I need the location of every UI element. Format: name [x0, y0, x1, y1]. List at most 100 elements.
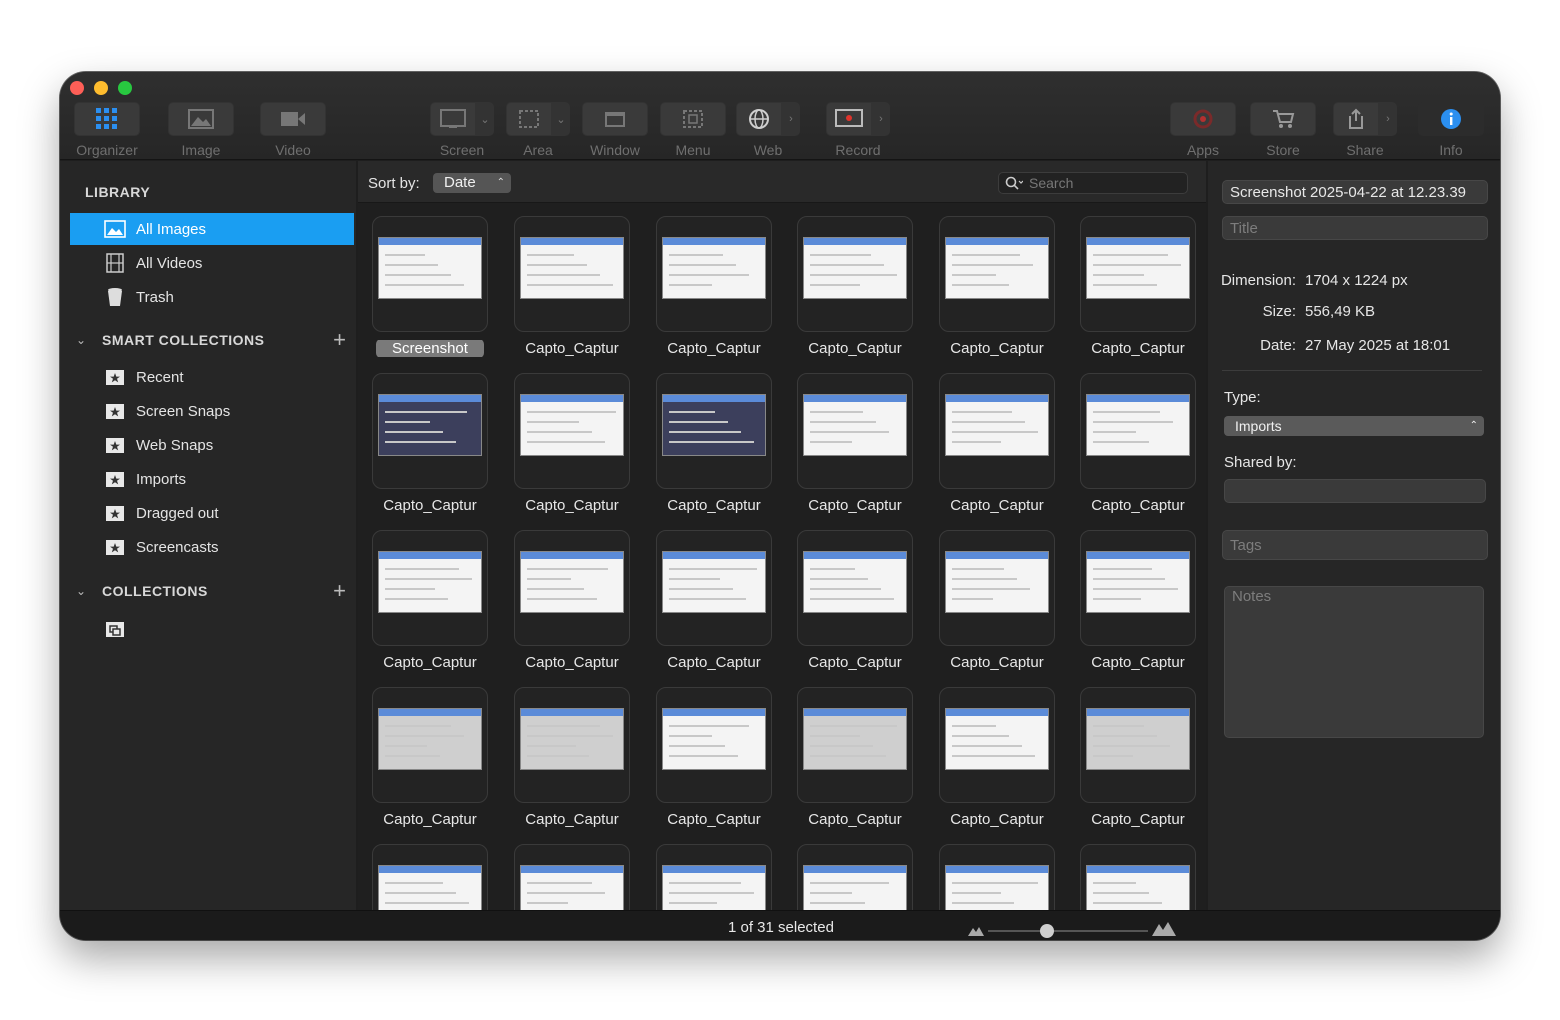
thumbnail-frame[interactable]	[939, 216, 1055, 332]
maximize-window-button[interactable]	[118, 81, 132, 95]
chevron-right-icon[interactable]: ›	[1379, 102, 1397, 136]
toolbar-record[interactable]: › Record	[826, 102, 890, 158]
collections-header[interactable]: ⌄ COLLECTIONS +	[76, 579, 346, 603]
chevron-down-icon[interactable]: ⌄	[552, 102, 570, 136]
chevron-down-icon[interactable]: ⌄	[476, 102, 494, 136]
thumbnail-item[interactable]: Capto_Captur	[654, 530, 774, 680]
thumbnail-item[interactable]: Capto_Captur	[512, 687, 632, 837]
thumbnail-frame[interactable]	[656, 216, 772, 332]
thumbnail-frame[interactable]	[372, 216, 488, 332]
thumbnail-item[interactable]: Capto_Captur	[1078, 687, 1198, 837]
thumbnail-frame[interactable]	[1080, 687, 1196, 803]
toolbar-store[interactable]: Store	[1250, 102, 1316, 158]
thumbnail-item[interactable]: Capto_Captur	[654, 687, 774, 837]
toolbar-share[interactable]: › Share	[1333, 102, 1397, 158]
sidebar-item-trash[interactable]: Trash	[70, 281, 354, 313]
sidebar-item-all-images[interactable]: All Images	[70, 213, 354, 245]
thumbnail-item[interactable]: Capto_Captur	[370, 687, 490, 837]
thumbnail-item[interactable]: Capto_Captur	[1078, 373, 1198, 523]
thumbnail-item[interactable]	[1078, 844, 1198, 910]
toolbar-area[interactable]: ⌄ Area	[506, 102, 570, 158]
chevron-right-icon[interactable]: ›	[782, 102, 800, 136]
thumbnail-item[interactable]: Screenshot	[370, 216, 490, 366]
type-select[interactable]: Imports ⌃	[1224, 416, 1484, 436]
toolbar-web[interactable]: › Web	[736, 102, 800, 158]
thumbnail-frame[interactable]	[372, 530, 488, 646]
tags-field[interactable]: Tags	[1222, 530, 1488, 560]
thumbnail-frame[interactable]	[1080, 216, 1196, 332]
add-smart-collection-button[interactable]: +	[333, 329, 346, 351]
chevron-down-icon[interactable]: ⌄	[76, 333, 90, 347]
thumbnail-frame[interactable]	[514, 687, 630, 803]
thumbnail-item[interactable]: Capto_Captur	[370, 373, 490, 523]
thumbnail-size-slider[interactable]	[988, 924, 1148, 938]
notes-field[interactable]: Notes	[1224, 586, 1484, 738]
sidebar-item-collection[interactable]	[70, 613, 354, 645]
thumbnail-frame[interactable]	[797, 216, 913, 332]
thumbnail-item[interactable]: Capto_Captur	[937, 373, 1057, 523]
thumbnail-item[interactable]: Capto_Captur	[512, 373, 632, 523]
add-collection-button[interactable]: +	[333, 580, 346, 602]
thumbnail-item[interactable]: Capto_Captur	[937, 530, 1057, 680]
smart-collections-header[interactable]: ⌄ SMART COLLECTIONS +	[76, 328, 346, 352]
search-field[interactable]	[998, 172, 1188, 194]
thumbnail-frame[interactable]	[514, 844, 630, 910]
sidebar-item-recent[interactable]: Recent	[70, 361, 354, 393]
thumbnail-item[interactable]: Capto_Captur	[795, 687, 915, 837]
thumbnail-frame[interactable]	[939, 373, 1055, 489]
thumbnail-frame[interactable]	[514, 216, 630, 332]
thumbnail-item[interactable]	[512, 844, 632, 910]
thumbnail-frame[interactable]	[372, 373, 488, 489]
thumbnail-item[interactable]: Capto_Captur	[937, 687, 1057, 837]
thumbnail-frame[interactable]	[1080, 844, 1196, 910]
thumbnail-item[interactable]	[654, 844, 774, 910]
thumbnail-item[interactable]: Capto_Captur	[370, 530, 490, 680]
sort-select[interactable]: Date ⌃	[433, 173, 511, 193]
thumbnail-item[interactable]: Capto_Captur	[795, 373, 915, 523]
thumbnail-frame[interactable]	[656, 844, 772, 910]
sidebar-item-dragged-out[interactable]: Dragged out	[70, 497, 354, 529]
thumbnail-frame[interactable]	[797, 844, 913, 910]
chevron-right-icon[interactable]: ›	[872, 102, 890, 136]
thumbnail-item[interactable]: Capto_Captur	[795, 530, 915, 680]
toolbar-image[interactable]: Image	[168, 102, 234, 158]
thumbnail-frame[interactable]	[939, 687, 1055, 803]
thumbnail-frame[interactable]	[797, 530, 913, 646]
thumbnail-frame[interactable]	[797, 373, 913, 489]
toolbar-video[interactable]: Video	[260, 102, 326, 158]
thumbnail-item[interactable]: Capto_Captur	[654, 216, 774, 366]
toolbar-screen[interactable]: ⌄ Screen	[430, 102, 494, 158]
thumbnail-item[interactable]: Capto_Captur	[654, 373, 774, 523]
thumbnail-frame[interactable]	[656, 373, 772, 489]
search-input[interactable]	[1029, 175, 1179, 191]
thumbnail-frame[interactable]	[372, 844, 488, 910]
toolbar-organizer[interactable]: Organizer	[74, 102, 140, 158]
thumbnail-frame[interactable]	[939, 844, 1055, 910]
filename-field[interactable]: Screenshot 2025-04-22 at 12.23.39	[1222, 180, 1488, 204]
thumbnail-item[interactable]: Capto_Captur	[937, 216, 1057, 366]
sidebar-item-all-videos[interactable]: All Videos	[70, 247, 354, 279]
minimize-window-button[interactable]	[94, 81, 108, 95]
sidebar-item-imports[interactable]: Imports	[70, 463, 354, 495]
thumbnail-frame[interactable]	[797, 687, 913, 803]
toolbar-window[interactable]: Window	[582, 102, 648, 158]
thumbnail-item[interactable]	[937, 844, 1057, 910]
thumbnail-frame[interactable]	[1080, 373, 1196, 489]
thumbnail-frame[interactable]	[372, 687, 488, 803]
shared-by-field[interactable]	[1224, 479, 1486, 503]
toolbar-apps[interactable]: Apps	[1170, 102, 1236, 158]
thumbnail-item[interactable]: Capto_Captur	[1078, 216, 1198, 366]
thumbnail-frame[interactable]	[656, 687, 772, 803]
thumbnail-item[interactable]: Capto_Captur	[795, 216, 915, 366]
thumbnail-frame[interactable]	[514, 530, 630, 646]
thumbnail-item[interactable]: Capto_Captur	[512, 216, 632, 366]
thumbnail-frame[interactable]	[514, 373, 630, 489]
chevron-down-icon[interactable]: ⌄	[76, 584, 90, 598]
thumbnail-frame[interactable]	[939, 530, 1055, 646]
thumbnail-item[interactable]	[370, 844, 490, 910]
thumbnail-frame[interactable]	[656, 530, 772, 646]
sidebar-item-screencasts[interactable]: Screencasts	[70, 531, 354, 563]
slider-knob[interactable]	[1040, 924, 1054, 938]
title-field[interactable]: Title	[1222, 216, 1488, 240]
thumbnail-item[interactable]: Capto_Captur	[1078, 530, 1198, 680]
